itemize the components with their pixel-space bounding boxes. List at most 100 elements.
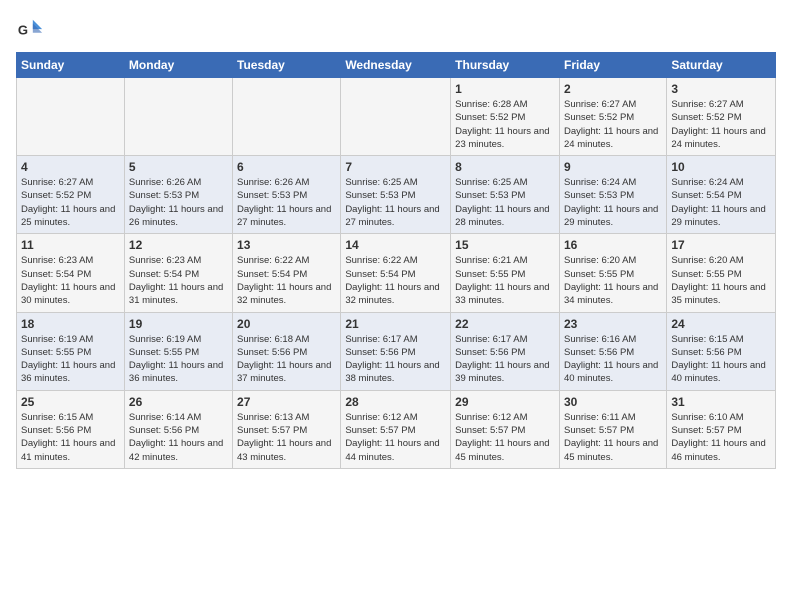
day-number: 26: [129, 395, 228, 409]
day-cell: 5 Sunrise: 6:26 AM Sunset: 5:53 PM Daylig…: [124, 156, 232, 234]
day-cell: 29 Sunrise: 6:12 AM Sunset: 5:57 PM Dayli…: [451, 390, 560, 468]
day-cell: 19Sunrise: 6:19 AM Sunset: 5:55 PM Dayli…: [124, 312, 232, 390]
day-number: 25: [21, 395, 120, 409]
day-cell: 11 Sunrise: 6:23 AM Sunset: 5:54 PM Dayli…: [17, 234, 125, 312]
day-number: 21: [345, 317, 446, 331]
day-number: 15: [455, 238, 555, 252]
day-cell: 2 Sunrise: 6:27 AM Sunset: 5:52 PM Daylig…: [559, 78, 666, 156]
day-cell: 9 Sunrise: 6:24 AM Sunset: 5:53 PM Daylig…: [559, 156, 666, 234]
day-info: Sunrise: 6:27 AM Sunset: 5:52 PM Dayligh…: [671, 98, 771, 151]
day-info: Sunrise: 6:19 AM Sunset: 5:55 PM Dayligh…: [129, 333, 228, 386]
day-info: Sunrise: 6:18 AM Sunset: 5:56 PM Dayligh…: [237, 333, 336, 386]
day-info: Sunrise: 6:15 AM Sunset: 5:56 PM Dayligh…: [671, 333, 771, 386]
weekday-thursday: Thursday: [451, 53, 560, 78]
logo-icon: G: [16, 16, 44, 44]
weekday-header-row: SundayMondayTuesdayWednesdayThursdayFrid…: [17, 53, 776, 78]
day-cell: 14 Sunrise: 6:22 AM Sunset: 5:54 PM Dayli…: [341, 234, 451, 312]
day-number: 30: [564, 395, 662, 409]
day-number: 7: [345, 160, 446, 174]
weekday-monday: Monday: [124, 53, 232, 78]
day-cell: 24 Sunrise: 6:15 AM Sunset: 5:56 PM Dayli…: [667, 312, 776, 390]
day-number: 23: [564, 317, 662, 331]
day-info: Sunrise: 6:12 AM Sunset: 5:57 PM Dayligh…: [455, 411, 555, 464]
day-number: 27: [237, 395, 336, 409]
day-number: 9: [564, 160, 662, 174]
week-row-4: 18 Sunrise: 6:19 AM Sunset: 5:55 PM Dayli…: [17, 312, 776, 390]
day-number: 11: [21, 238, 120, 252]
day-number: 12: [129, 238, 228, 252]
day-number: 3: [671, 82, 771, 96]
day-cell: 23 Sunrise: 6:16 AM Sunset: 5:56 PM Dayli…: [559, 312, 666, 390]
day-info: Sunrise: 6:17 AM Sunset: 5:56 PM Dayligh…: [455, 333, 555, 386]
day-cell: 7 Sunrise: 6:25 AM Sunset: 5:53 PM Daylig…: [341, 156, 451, 234]
day-cell: 3 Sunrise: 6:27 AM Sunset: 5:52 PM Daylig…: [667, 78, 776, 156]
day-number: 31: [671, 395, 771, 409]
day-info: Sunrise: 6:26 AM Sunset: 5:53 PM Dayligh…: [237, 176, 336, 229]
day-number: 1: [455, 82, 555, 96]
day-number: 14: [345, 238, 446, 252]
day-info: Sunrise: 6:24 AM Sunset: 5:54 PM Dayligh…: [671, 176, 771, 229]
page-header: G: [16, 16, 776, 44]
day-info: Sunrise: 6:11 AM Sunset: 5:57 PM Dayligh…: [564, 411, 662, 464]
day-number: 17: [671, 238, 771, 252]
day-info: Sunrise: 6:10 AM Sunset: 5:57 PM Dayligh…: [671, 411, 771, 464]
day-number: 6: [237, 160, 336, 174]
week-row-5: 25 Sunrise: 6:15 AM Sunset: 5:56 PM Dayli…: [17, 390, 776, 468]
day-info: Sunrise: 6:27 AM Sunset: 5:52 PM Dayligh…: [564, 98, 662, 151]
svg-text:G: G: [18, 23, 28, 38]
day-info: Sunrise: 6:24 AM Sunset: 5:53 PM Dayligh…: [564, 176, 662, 229]
day-info: Sunrise: 6:20 AM Sunset: 5:55 PM Dayligh…: [671, 254, 771, 307]
day-info: Sunrise: 6:25 AM Sunset: 5:53 PM Dayligh…: [345, 176, 446, 229]
day-cell: 26 Sunrise: 6:14 AM Sunset: 5:56 PM Dayli…: [124, 390, 232, 468]
day-number: 8: [455, 160, 555, 174]
day-number: 5: [129, 160, 228, 174]
day-cell: 31 Sunrise: 6:10 AM Sunset: 5:57 PM Dayli…: [667, 390, 776, 468]
day-number: 16: [564, 238, 662, 252]
day-number: 28: [345, 395, 446, 409]
day-number: 22: [455, 317, 555, 331]
weekday-sunday: Sunday: [17, 53, 125, 78]
day-info: Sunrise: 6:26 AM Sunset: 5:53 PM Dayligh…: [129, 176, 228, 229]
day-number: 20: [237, 317, 336, 331]
day-cell: 30 Sunrise: 6:11 AM Sunset: 5:57 PM Dayli…: [559, 390, 666, 468]
day-cell: 8 Sunrise: 6:25 AM Sunset: 5:53 PM Daylig…: [451, 156, 560, 234]
day-cell: 20 Sunrise: 6:18 AM Sunset: 5:56 PM Dayli…: [233, 312, 341, 390]
day-number: 18: [21, 317, 120, 331]
day-info: Sunrise: 6:25 AM Sunset: 5:53 PM Dayligh…: [455, 176, 555, 229]
day-info: Sunrise: 6:20 AM Sunset: 5:55 PM Dayligh…: [564, 254, 662, 307]
weekday-friday: Friday: [559, 53, 666, 78]
day-cell: 6 Sunrise: 6:26 AM Sunset: 5:53 PM Daylig…: [233, 156, 341, 234]
day-info: Sunrise: 6:12 AM Sunset: 5:57 PM Dayligh…: [345, 411, 446, 464]
day-cell: [17, 78, 125, 156]
day-number: 13: [237, 238, 336, 252]
day-cell: 13Sunrise: 6:22 AM Sunset: 5:54 PM Dayli…: [233, 234, 341, 312]
calendar-table: SundayMondayTuesdayWednesdayThursdayFrid…: [16, 52, 776, 469]
day-cell: [233, 78, 341, 156]
day-cell: 1Sunrise: 6:28 AM Sunset: 5:52 PM Daylig…: [451, 78, 560, 156]
day-number: 24: [671, 317, 771, 331]
day-info: Sunrise: 6:14 AM Sunset: 5:56 PM Dayligh…: [129, 411, 228, 464]
day-info: Sunrise: 6:13 AM Sunset: 5:57 PM Dayligh…: [237, 411, 336, 464]
day-info: Sunrise: 6:17 AM Sunset: 5:56 PM Dayligh…: [345, 333, 446, 386]
day-cell: 15 Sunrise: 6:21 AM Sunset: 5:55 PM Dayli…: [451, 234, 560, 312]
day-info: Sunrise: 6:22 AM Sunset: 5:54 PM Dayligh…: [345, 254, 446, 307]
day-info: Sunrise: 6:23 AM Sunset: 5:54 PM Dayligh…: [21, 254, 120, 307]
day-cell: 10 Sunrise: 6:24 AM Sunset: 5:54 PM Dayli…: [667, 156, 776, 234]
day-number: 29: [455, 395, 555, 409]
day-cell: 17 Sunrise: 6:20 AM Sunset: 5:55 PM Dayli…: [667, 234, 776, 312]
day-number: 10: [671, 160, 771, 174]
day-info: Sunrise: 6:15 AM Sunset: 5:56 PM Dayligh…: [21, 411, 120, 464]
day-info: Sunrise: 6:19 AM Sunset: 5:55 PM Dayligh…: [21, 333, 120, 386]
day-cell: 18 Sunrise: 6:19 AM Sunset: 5:55 PM Dayli…: [17, 312, 125, 390]
week-row-1: 1Sunrise: 6:28 AM Sunset: 5:52 PM Daylig…: [17, 78, 776, 156]
day-number: 4: [21, 160, 120, 174]
day-info: Sunrise: 6:27 AM Sunset: 5:52 PM Dayligh…: [21, 176, 120, 229]
day-number: 2: [564, 82, 662, 96]
week-row-2: 4 Sunrise: 6:27 AM Sunset: 5:52 PM Daylig…: [17, 156, 776, 234]
logo: G: [16, 16, 48, 44]
day-info: Sunrise: 6:21 AM Sunset: 5:55 PM Dayligh…: [455, 254, 555, 307]
day-info: Sunrise: 6:16 AM Sunset: 5:56 PM Dayligh…: [564, 333, 662, 386]
weekday-wednesday: Wednesday: [341, 53, 451, 78]
day-cell: 16 Sunrise: 6:20 AM Sunset: 5:55 PM Dayli…: [559, 234, 666, 312]
day-cell: [124, 78, 232, 156]
